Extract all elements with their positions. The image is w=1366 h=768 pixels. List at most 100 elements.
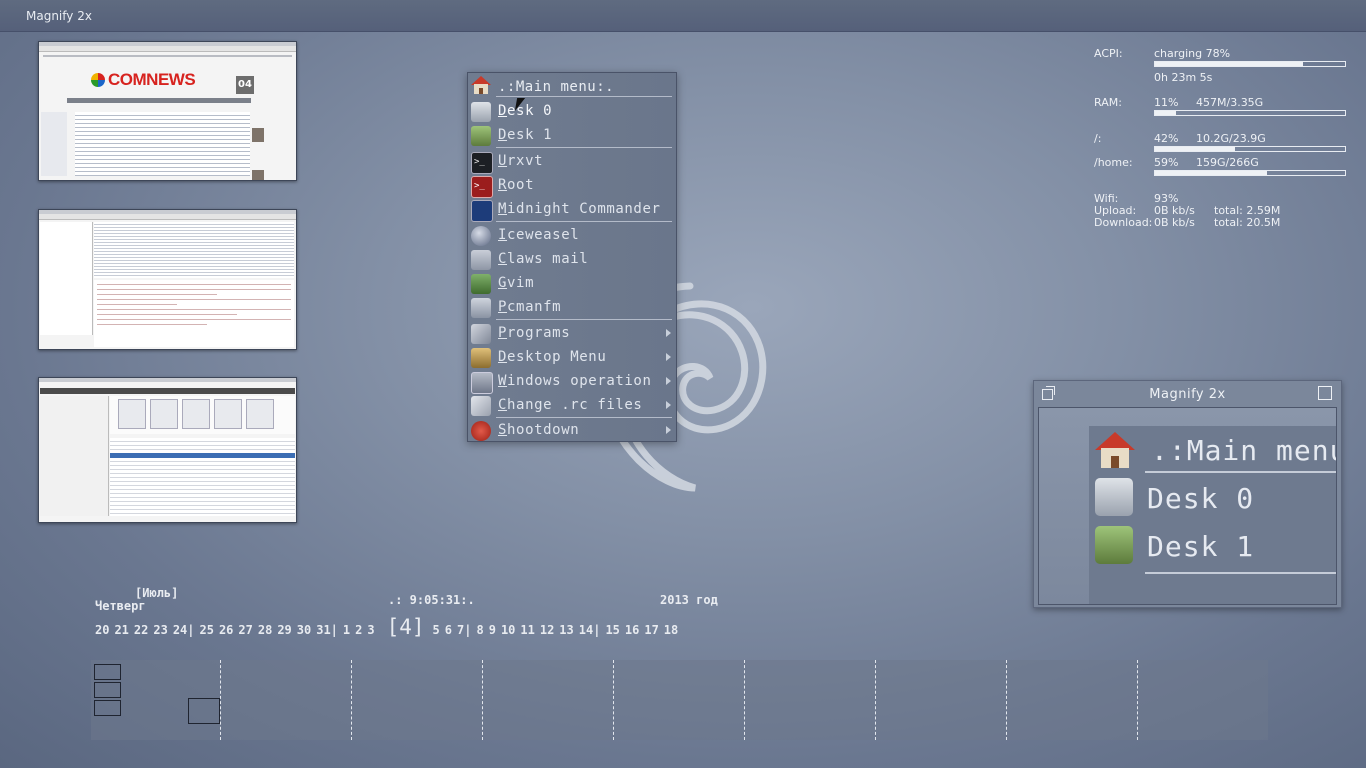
file-list bbox=[94, 222, 294, 278]
submenu-arrow-icon bbox=[666, 329, 671, 337]
window-icon bbox=[471, 372, 493, 394]
album-cover bbox=[214, 399, 242, 429]
menu-home-icon bbox=[1095, 432, 1135, 468]
maximize-icon[interactable] bbox=[1318, 386, 1332, 400]
pager-window[interactable] bbox=[94, 700, 121, 716]
calendar-day: 7| bbox=[457, 623, 472, 637]
calendar-day: 26 bbox=[218, 623, 234, 637]
menu-separator bbox=[496, 417, 672, 418]
site-sidebar bbox=[41, 112, 67, 176]
calendar-year: 2013 год bbox=[660, 593, 718, 607]
clock-time: .: 9:05:31:. bbox=[388, 593, 475, 607]
calendar-day: 22 bbox=[133, 623, 149, 637]
acpi-time: 0h 23m 5s bbox=[1154, 71, 1213, 84]
menu-separator bbox=[496, 319, 672, 320]
calendar-day: 20 bbox=[95, 623, 110, 637]
ram-label: RAM: bbox=[1094, 96, 1122, 109]
tools-icon bbox=[471, 324, 491, 344]
thumbnail-menubar bbox=[39, 214, 296, 220]
track-list bbox=[110, 438, 295, 516]
pager-desktop-divider bbox=[1137, 660, 1138, 740]
calendar-day: 10 bbox=[500, 623, 516, 637]
calendar-day: 27 bbox=[238, 623, 253, 637]
menu-item-desk-1[interactable]: Desk 1 bbox=[468, 124, 676, 148]
calendar-day: 13 bbox=[559, 623, 574, 637]
calendar-day: 24| bbox=[172, 623, 195, 637]
window-thumbnail-comnews[interactable]: COMNEWS 04 bbox=[38, 41, 297, 181]
menu-title: .:Main menu:. bbox=[498, 79, 615, 95]
menu-item-desktop-menu[interactable]: Desktop Menu bbox=[468, 346, 676, 370]
calendar-day: 9 bbox=[488, 623, 496, 637]
battery-bar bbox=[1154, 61, 1346, 67]
pager-desktop-divider bbox=[875, 660, 876, 740]
selected-track bbox=[110, 453, 295, 458]
root-terminal-icon: >_ bbox=[471, 176, 493, 198]
desktop-icon bbox=[471, 348, 491, 368]
menu-item-programs[interactable]: Programs bbox=[468, 322, 676, 346]
ram-bar bbox=[1154, 110, 1346, 116]
menu-separator bbox=[496, 147, 672, 148]
menu-item-pcmanfm[interactable]: Pcmanfm bbox=[468, 296, 676, 320]
calendar-day: 14| bbox=[578, 623, 601, 637]
magnifier-titlebar[interactable]: Magnify 2x bbox=[1034, 381, 1341, 407]
root-fs-percent: 42% bbox=[1154, 132, 1179, 145]
window-thumbnail-file-manager[interactable] bbox=[38, 209, 297, 350]
paint-can-icon bbox=[471, 126, 491, 146]
mc-icon bbox=[471, 200, 493, 222]
menu-separator bbox=[1145, 572, 1336, 574]
album-strip bbox=[110, 396, 295, 434]
calendar-day: 21 bbox=[114, 623, 129, 637]
pager-window[interactable] bbox=[94, 664, 121, 680]
file-manager-icon bbox=[471, 298, 491, 318]
pager-window[interactable] bbox=[94, 682, 121, 698]
menu-item-claws-mail[interactable]: Claws mail bbox=[468, 248, 676, 272]
calendar-day: 31| bbox=[316, 623, 338, 637]
paint-can-icon bbox=[1095, 526, 1133, 564]
edit-icon bbox=[471, 396, 491, 416]
album-cover bbox=[182, 399, 210, 429]
library-sidebar bbox=[40, 396, 109, 516]
ram-percent: 11% bbox=[1154, 96, 1179, 109]
root-fs-bar bbox=[1154, 146, 1346, 152]
home-fs-used: 159G/266G bbox=[1196, 156, 1259, 169]
calendar-day: 18 bbox=[663, 623, 679, 637]
ram-used: 457M/3.35G bbox=[1196, 96, 1264, 109]
globe-icon bbox=[471, 226, 491, 246]
menu-item-desk-0[interactable]: Desk 0 bbox=[468, 100, 676, 124]
top-bar-title: Magnify 2x bbox=[26, 9, 92, 23]
terminal-icon: >_ bbox=[471, 152, 493, 174]
thumbnail-menubar bbox=[39, 46, 296, 52]
album-cover bbox=[246, 399, 274, 429]
calendar-day: 29 bbox=[277, 623, 292, 637]
album-cover bbox=[150, 399, 178, 429]
acpi-label: ACPI: bbox=[1094, 47, 1123, 60]
author-photo bbox=[252, 128, 264, 142]
magnifier-window[interactable]: Magnify 2x .:Main menu Desk 0 Desk 1 bbox=[1033, 380, 1342, 608]
pager-window[interactable] bbox=[188, 698, 220, 724]
folder-tree bbox=[40, 222, 93, 335]
menu-item-midnight-commander[interactable]: Midnight Commander bbox=[468, 198, 676, 222]
calendar-day: 2 bbox=[355, 623, 363, 637]
menu-separator bbox=[496, 96, 672, 97]
desktop-pager[interactable] bbox=[91, 660, 1268, 740]
calendar-day: 28 bbox=[257, 623, 273, 637]
submenu-arrow-icon bbox=[666, 426, 671, 434]
menu-item-urxvt[interactable]: >_ Urxvt bbox=[468, 150, 676, 174]
menu-item-shootdown[interactable]: Shootdown bbox=[468, 419, 676, 443]
window-thumbnail-music-player[interactable] bbox=[38, 377, 297, 523]
mail-icon bbox=[471, 250, 491, 270]
menu-item-root[interactable]: >_ Root bbox=[468, 174, 676, 198]
pager-desktop-divider bbox=[220, 660, 221, 740]
thumbnail-toolbar bbox=[43, 55, 292, 57]
menu-separator bbox=[1145, 471, 1336, 473]
menu-item-gvim[interactable]: Gvim bbox=[468, 272, 676, 296]
player-toolbar bbox=[40, 388, 295, 394]
home-fs-bar bbox=[1154, 170, 1346, 176]
submenu-arrow-icon bbox=[666, 377, 671, 385]
calendar-day: 6 bbox=[444, 623, 453, 637]
pager-desktop-divider bbox=[744, 660, 745, 740]
submenu-arrow-icon bbox=[666, 353, 671, 361]
menu-item-iceweasel[interactable]: Iceweasel bbox=[468, 224, 676, 248]
menu-item-windows-operation[interactable]: Windows operation bbox=[468, 370, 676, 394]
menu-item-change-rc-files[interactable]: Change .rc files bbox=[468, 394, 676, 418]
